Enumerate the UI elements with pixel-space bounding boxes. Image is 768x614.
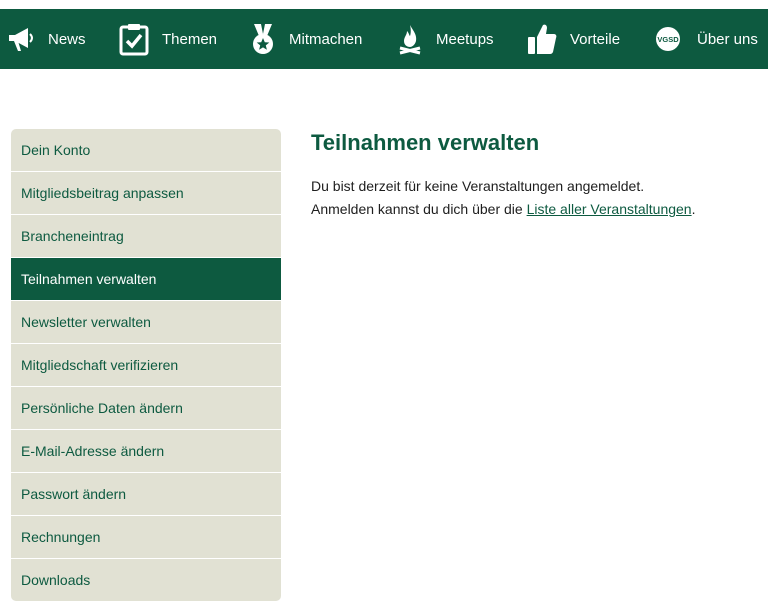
- vgsd-logo-icon: VGSD: [654, 25, 682, 53]
- sidebar-item-mitgliedsbeitrag-anpassen[interactable]: Mitgliedsbeitrag anpassen: [11, 172, 281, 215]
- nav-item-vorteile[interactable]: Vorteile: [526, 9, 620, 69]
- events-list-link[interactable]: Liste aller Veranstaltungen: [527, 201, 692, 217]
- sidebar-item-brancheneintrag[interactable]: Brancheneintrag: [11, 215, 281, 258]
- sidebar-item-persoenliche-daten-aendern[interactable]: Persönliche Daten ändern: [11, 387, 281, 430]
- nav-label-mitmachen: Mitmachen: [289, 30, 363, 48]
- top-navbar: News Themen Mitmachen Meetups Vorteile V…: [0, 9, 768, 69]
- info-line-2-prefix: Anmelden kannst du dich über die: [311, 201, 527, 217]
- clipboard-check-icon: [118, 22, 150, 56]
- campfire-icon: [396, 23, 424, 55]
- sidebar-item-rechnungen[interactable]: Rechnungen: [11, 516, 281, 559]
- nav-item-news[interactable]: News: [6, 9, 86, 69]
- megaphone-icon: [6, 24, 36, 54]
- page-title: Teilnahmen verwalten: [311, 130, 540, 155]
- thumbs-up-icon: [526, 22, 558, 56]
- sidebar-item-teilnahmen-verwalten[interactable]: Teilnahmen verwalten: [11, 258, 281, 301]
- sidebar-item-dein-konto[interactable]: Dein Konto: [11, 129, 281, 172]
- main-content: Teilnahmen verwalten Du bist derzeit für…: [311, 129, 751, 221]
- nav-label-meetups: Meetups: [436, 30, 494, 48]
- nav-label-vorteile: Vorteile: [570, 30, 621, 48]
- nav-item-themen[interactable]: Themen: [118, 9, 217, 69]
- nav-item-meetups[interactable]: Meetups: [396, 9, 494, 69]
- info-text: Du bist derzeit für keine Veranstaltunge…: [311, 175, 751, 221]
- nav-label-themen: Themen: [162, 30, 218, 48]
- info-line-2-suffix: .: [691, 201, 696, 217]
- sidebar-item-downloads[interactable]: Downloads: [11, 559, 281, 601]
- svg-text:VGSD: VGSD: [657, 35, 679, 44]
- nav-item-mitmachen[interactable]: Mitmachen: [249, 9, 362, 69]
- medal-icon: [249, 22, 277, 56]
- account-sidebar: Dein Konto Mitgliedsbeitrag anpassen Branc…: [11, 129, 281, 601]
- info-line-1: Du bist derzeit für keine Veranstaltunge…: [311, 178, 645, 194]
- nav-item-ueber-uns[interactable]: VGSD Über uns: [654, 9, 758, 69]
- sidebar-item-passwort-aendern[interactable]: Passwort ändern: [11, 473, 281, 516]
- sidebar-item-newsletter-verwalten[interactable]: Newsletter verwalten: [11, 301, 281, 344]
- nav-label-news: News: [48, 30, 86, 48]
- nav-label-ueber-uns: Über uns: [697, 30, 758, 48]
- sidebar-item-e-mail-adresse-aendern[interactable]: E-Mail-Adresse ändern: [11, 430, 281, 473]
- sidebar-item-mitgliedschaft-verifizieren[interactable]: Mitgliedschaft verifizieren: [11, 344, 281, 387]
